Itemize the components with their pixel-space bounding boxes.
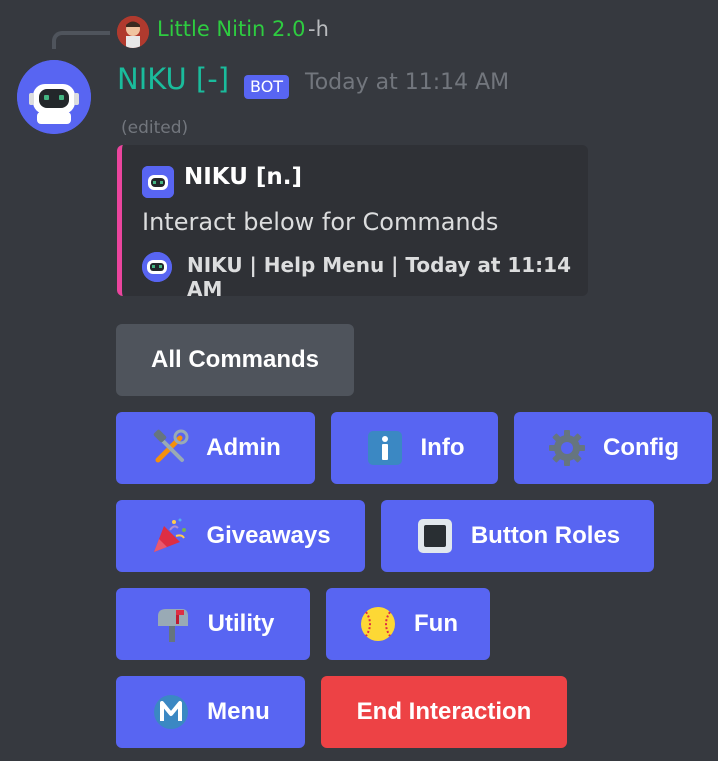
embed-card: NIKU [n.] Interact below for Commands NI… <box>117 145 588 301</box>
config-label: Config <box>603 434 679 461</box>
black-square-button-icon <box>415 516 455 556</box>
bot-avatar[interactable] <box>17 60 91 134</box>
fun-label: Fun <box>414 610 458 637</box>
info-button[interactable]: Info <box>331 412 498 484</box>
all-commands-label: All Commands <box>150 346 320 373</box>
reply-author[interactable]: Little Nitin 2.0 <box>157 17 305 41</box>
info-label: Info <box>420 434 465 461</box>
config-button[interactable]: Config <box>514 412 712 484</box>
reply-avatar[interactable] <box>117 16 149 48</box>
fun-button[interactable]: Fun <box>326 588 490 660</box>
admin-button[interactable]: Admin <box>116 412 315 484</box>
embed-description: Interact below for Commands <box>142 208 499 236</box>
embed-author: NIKU [n.] <box>184 164 303 190</box>
bot-username[interactable]: NIKU [-] <box>117 62 229 96</box>
user-avatar-image <box>117 16 149 48</box>
party-popper-icon <box>150 516 190 556</box>
menu-button[interactable]: Menu <box>116 676 305 748</box>
button-roles-button[interactable]: Button Roles <box>381 500 654 572</box>
embed-footer-robot-icon <box>142 252 172 282</box>
giveaways-button[interactable]: Giveaways <box>116 500 365 572</box>
embed-author-robot-icon <box>142 166 174 198</box>
bot-tag-badge: BOT <box>244 75 290 99</box>
reply-content[interactable]: -h <box>308 17 329 41</box>
giveaways-label: Giveaways <box>206 522 331 549</box>
button-roles-label: Button Roles <box>470 522 621 549</box>
information-icon <box>365 428 405 468</box>
hammer-and-wrench-icon <box>150 428 190 468</box>
circled-m-icon <box>151 692 191 732</box>
robot-avatar-icon <box>17 60 91 134</box>
utility-button[interactable]: Utility <box>116 588 310 660</box>
end-interaction-button[interactable]: End Interaction <box>321 676 567 748</box>
message-timestamp[interactable]: Today at 11:14 AM <box>305 70 509 95</box>
softball-icon <box>358 604 398 644</box>
gear-icon <box>547 428 587 468</box>
admin-label: Admin <box>206 434 281 461</box>
reply-connector <box>52 31 110 49</box>
embed-footer: NIKU | Help Menu | Today at 11:14 AM <box>187 253 572 301</box>
end-interaction-label: End Interaction <box>356 698 532 725</box>
all-commands-button[interactable]: All Commands <box>116 324 354 396</box>
menu-label: Menu <box>207 698 270 725</box>
edited-label: (edited) <box>121 118 189 138</box>
utility-label: Utility <box>207 610 275 637</box>
mailbox-icon <box>152 604 192 644</box>
